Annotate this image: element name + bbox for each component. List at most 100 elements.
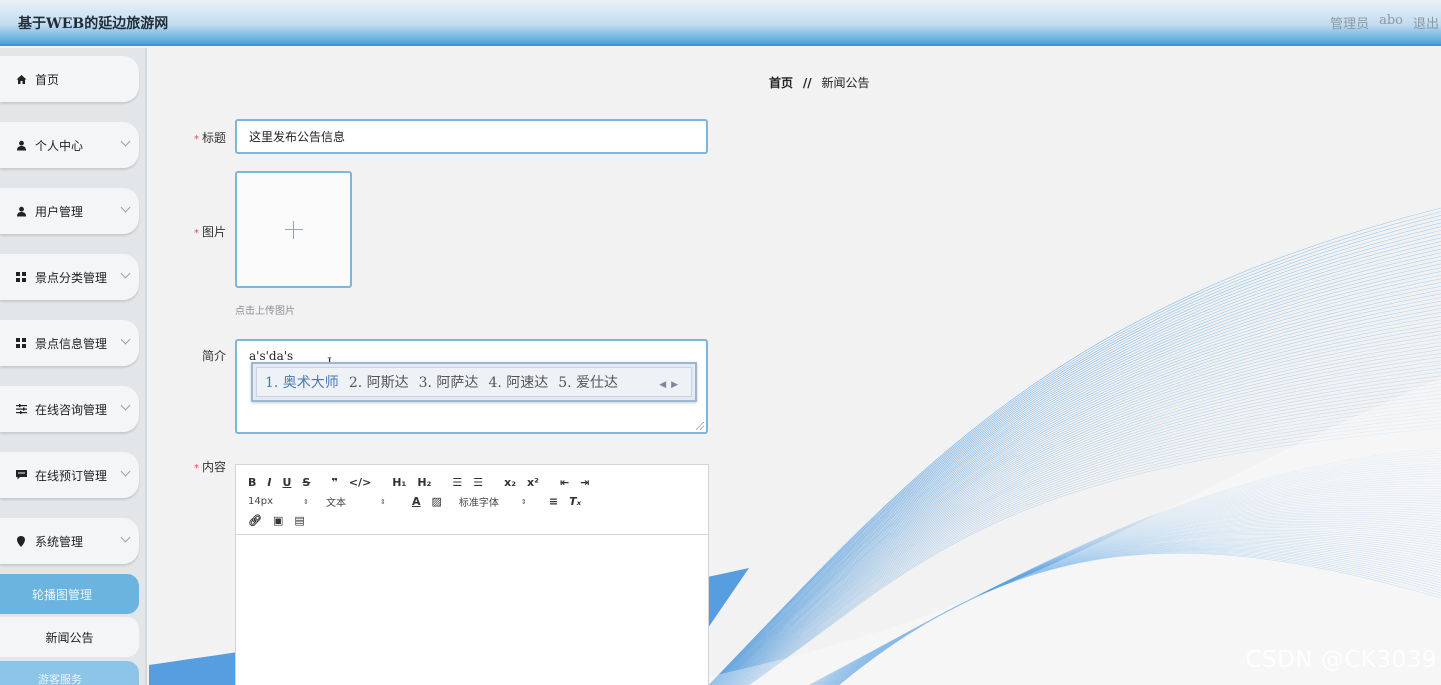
background-color-icon[interactable]: ▨ — [432, 495, 442, 508]
breadcrumb-home[interactable]: 首页 — [769, 76, 793, 90]
sidebar-item-spot-category[interactable]: 景点分类管理 — [0, 254, 139, 300]
watermark: CSDN @CK3039 — [1245, 647, 1437, 673]
bold-button[interactable]: B — [248, 476, 256, 489]
ime-candidate[interactable]: 1. 奥术大师 — [265, 372, 339, 392]
sidebar-item-label: 景点分类管理 — [35, 270, 108, 285]
user-area: 管理员 abo 退出 — [1330, 13, 1441, 32]
strike-button[interactable]: S — [302, 476, 310, 489]
editor-content-area[interactable] — [236, 535, 708, 685]
text-style-value: 文本 — [326, 498, 346, 509]
font-family-value: 标准字体 — [458, 498, 499, 509]
chevron-down-icon — [120, 334, 131, 345]
grid-icon — [15, 337, 27, 349]
text-style-select[interactable]: 文本 ⇕ — [326, 494, 412, 510]
image-label-text: 图片 — [201, 225, 226, 239]
ime-candidate[interactable]: 5. 爱仕达 — [558, 372, 618, 392]
rich-text-editor: B I U S ❞ </> H₁ H₂ ☰ ☰ x₂ x² ⇤ ⇥ 14px ⇕… — [235, 464, 709, 685]
ordered-list-icon[interactable]: ☰ — [452, 476, 462, 489]
select-arrow-icon: ⇕ — [380, 497, 386, 506]
content-label-text: 内容 — [201, 460, 226, 474]
ime-candidate-list: 1. 奥术大师 2. 阿斯达 3. 阿萨达 4. 阿速达 5. 爱仕达 ◀ ▶ — [256, 367, 692, 397]
plus-icon — [285, 229, 303, 230]
summary-label: 简介 — [166, 347, 226, 364]
subscript-button[interactable]: x₂ — [504, 476, 516, 489]
image-label: * 图片 — [166, 223, 226, 240]
image-upload-button[interactable] — [235, 171, 352, 288]
chevron-down-icon — [120, 268, 131, 279]
plus-icon-vertical — [293, 221, 294, 239]
ime-candidate[interactable]: 4. 阿速达 — [488, 372, 548, 392]
sidebar-item-spot-info[interactable]: 景点信息管理 — [0, 320, 139, 366]
summary-label-text: 简介 — [201, 349, 226, 363]
chevron-down-icon — [120, 136, 131, 147]
select-arrow-icon: ⇕ — [520, 497, 527, 506]
title-input-value: 这里发布公告信息 — [249, 130, 346, 144]
font-color-icon[interactable]: A — [412, 495, 421, 508]
user-role: 管理员 — [1330, 17, 1370, 32]
required-mark: * — [193, 134, 199, 145]
outdent-icon[interactable]: ⇤ — [560, 476, 569, 489]
clear-format-icon[interactable]: Tₓ — [569, 495, 581, 508]
video-icon[interactable]: ▤ — [294, 514, 304, 527]
pin-icon — [15, 535, 27, 547]
resize-handle-icon[interactable] — [696, 422, 704, 430]
title-input[interactable]: 这里发布公告信息 — [235, 119, 708, 154]
breadcrumb-separator: // — [802, 76, 812, 90]
font-family-select[interactable]: 标准字体 ⇕ — [458, 494, 549, 510]
sidebar-item-label: 在线预订管理 — [35, 468, 108, 483]
breadcrumb: 首页 // 新闻公告 — [769, 74, 869, 91]
sidebar-item-home[interactable]: 首页 — [0, 56, 139, 102]
italic-button[interactable]: I — [267, 476, 271, 489]
sidebar-item-label: 系统管理 — [35, 534, 84, 549]
sidebar-item-label: 景点信息管理 — [35, 336, 108, 351]
sidebar-item-label: 首页 — [35, 72, 60, 87]
sliders-icon — [15, 403, 27, 415]
indent-icon[interactable]: ⇥ — [580, 476, 589, 489]
ime-candidate[interactable]: 3. 阿萨达 — [419, 372, 479, 392]
superscript-button[interactable]: x² — [527, 476, 539, 489]
editor-toolbar: B I U S ❞ </> H₁ H₂ ☰ ☰ x₂ x² ⇤ ⇥ 14px ⇕… — [236, 465, 708, 535]
summary-typed-text: a's'da's — [249, 349, 294, 363]
submenu-item-carousel[interactable]: 轮播图管理 — [0, 574, 139, 614]
submenu-item-label: 轮播图管理 — [32, 587, 93, 602]
ime-candidate[interactable]: 2. 阿斯达 — [349, 372, 409, 392]
user-icon — [15, 139, 27, 151]
bullet-list-icon[interactable]: ☰ — [473, 476, 483, 489]
sidebar-item-booking[interactable]: 在线预订管理 — [0, 452, 139, 498]
ime-page-arrows-icon[interactable]: ◀ ▶ — [659, 380, 679, 390]
logout-link[interactable]: 退出 — [1413, 13, 1441, 32]
chevron-down-icon — [120, 532, 131, 543]
blockquote-button[interactable]: ❞ — [331, 476, 337, 489]
ime-candidate-window: 1. 奥术大师 2. 阿斯达 3. 阿萨达 4. 阿速达 5. 爱仕达 ◀ ▶ — [251, 362, 697, 402]
required-mark: * — [193, 228, 199, 239]
content-label: * 内容 — [166, 458, 226, 475]
submenu-item-tourist-service[interactable]: 游客服务 — [0, 661, 139, 685]
chevron-down-icon — [120, 466, 131, 477]
sidebar-item-label: 在线咨询管理 — [35, 402, 108, 417]
submenu-item-label: 新闻公告 — [45, 630, 94, 645]
title-label: * 标题 — [166, 129, 226, 146]
heading2-button[interactable]: H₂ — [417, 476, 431, 489]
link-icon[interactable]: 🔗︎ — [248, 514, 262, 527]
user-icon — [15, 205, 27, 217]
sidebar-item-users[interactable]: 用户管理 — [0, 188, 139, 234]
title-label-text: 标题 — [201, 131, 226, 145]
submenu-item-news[interactable]: 新闻公告 — [0, 617, 139, 657]
font-size-select[interactable]: 14px ⇕ — [248, 496, 326, 507]
code-block-button[interactable]: </> — [349, 476, 371, 489]
image-icon[interactable]: ▣ — [273, 514, 283, 527]
top-header: 基于WEB的延边旅游网 管理员 abo 退出 — [0, 0, 1441, 46]
font-size-value: 14px — [248, 496, 273, 507]
sidebar-item-system[interactable]: 系统管理 — [0, 518, 139, 564]
sidebar: 首页 个人中心 用户管理 景点分类管理 景点信息管理 在线咨询管理 在线预订管理… — [0, 48, 147, 685]
breadcrumb-current: 新闻公告 — [821, 76, 870, 90]
sidebar-item-profile[interactable]: 个人中心 — [0, 122, 139, 168]
sidebar-item-label: 用户管理 — [35, 204, 84, 219]
underline-button[interactable]: U — [282, 476, 291, 489]
heading1-button[interactable]: H₁ — [392, 476, 406, 489]
sidebar-item-label: 个人中心 — [35, 138, 84, 153]
align-icon[interactable]: ≡ — [549, 495, 558, 508]
required-mark: * — [193, 463, 199, 474]
select-arrow-icon: ⇕ — [303, 497, 309, 506]
sidebar-item-consult[interactable]: 在线咨询管理 — [0, 386, 139, 432]
